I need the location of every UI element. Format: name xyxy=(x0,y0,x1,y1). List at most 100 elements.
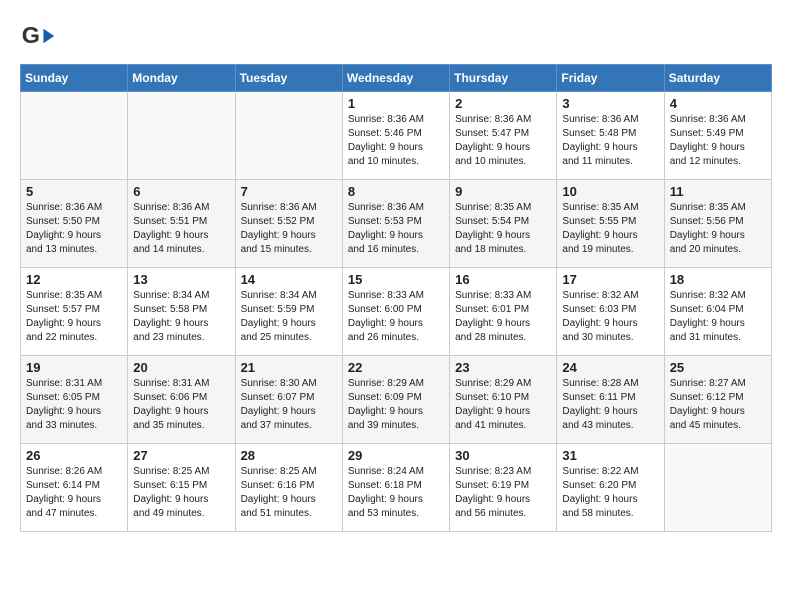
day-number: 14 xyxy=(241,272,337,287)
calendar-cell xyxy=(664,444,771,532)
weekday-header-sunday: Sunday xyxy=(21,65,128,92)
day-info: Sunrise: 8:25 AMSunset: 6:16 PMDaylight:… xyxy=(241,465,337,521)
day-number: 24 xyxy=(562,360,658,375)
day-info: Sunrise: 8:31 AMSunset: 6:05 PMDaylight:… xyxy=(26,377,122,433)
day-number: 5 xyxy=(26,184,122,199)
calendar-header: SundayMondayTuesdayWednesdayThursdayFrid… xyxy=(21,65,772,92)
week-row-4: 19Sunrise: 8:31 AMSunset: 6:05 PMDayligh… xyxy=(21,356,772,444)
calendar-cell: 5Sunrise: 8:36 AMSunset: 5:50 PMDaylight… xyxy=(21,180,128,268)
calendar-cell: 31 Sunrise: 8:22 AMSunset: 6:20 PMDayligh… xyxy=(557,444,664,532)
day-info: Sunrise: 8:32 AMSunset: 6:04 PMDaylight:… xyxy=(670,289,766,345)
day-info: Sunrise: 8:36 AMSunset: 5:48 PMDaylight:… xyxy=(562,113,658,169)
day-number: 11 xyxy=(670,184,766,199)
day-number: 2 xyxy=(455,96,551,111)
calendar-cell xyxy=(235,92,342,180)
day-number: 18 xyxy=(670,272,766,287)
day-number: 9 xyxy=(455,184,551,199)
day-number: 28 xyxy=(241,448,337,463)
day-number: 8 xyxy=(348,184,444,199)
calendar-cell: 10 Sunrise: 8:35 AMSunset: 5:55 PMDayligh… xyxy=(557,180,664,268)
day-number: 17 xyxy=(562,272,658,287)
calendar-cell: 19Sunrise: 8:31 AMSunset: 6:05 PMDayligh… xyxy=(21,356,128,444)
calendar-cell: 29 Sunrise: 8:24 AMSunset: 6:18 PMDayligh… xyxy=(342,444,449,532)
day-number: 15 xyxy=(348,272,444,287)
day-number: 3 xyxy=(562,96,658,111)
day-info: Sunrise: 8:28 AMSunset: 6:11 PMDaylight:… xyxy=(562,377,658,433)
day-info: Sunrise: 8:29 AMSunset: 6:10 PMDaylight:… xyxy=(455,377,551,433)
day-info: Sunrise: 8:23 AMSunset: 6:19 PMDaylight:… xyxy=(455,465,551,521)
day-info: Sunrise: 8:34 AMSunset: 5:59 PMDaylight:… xyxy=(241,289,337,345)
day-info: Sunrise: 8:36 AMSunset: 5:49 PMDaylight:… xyxy=(670,113,766,169)
weekday-header-tuesday: Tuesday xyxy=(235,65,342,92)
day-info: Sunrise: 8:27 AMSunset: 6:12 PMDaylight:… xyxy=(670,377,766,433)
day-number: 26 xyxy=(26,448,122,463)
calendar-cell: 16Sunrise: 8:33 AMSunset: 6:01 PMDayligh… xyxy=(450,268,557,356)
calendar-cell: 22 Sunrise: 8:29 AMSunset: 6:09 PMDayligh… xyxy=(342,356,449,444)
logo: G xyxy=(20,18,58,54)
logo-icon: G xyxy=(20,18,56,54)
day-info: Sunrise: 8:36 AMSunset: 5:51 PMDaylight:… xyxy=(133,201,229,257)
day-info: Sunrise: 8:22 AMSunset: 6:20 PMDaylight:… xyxy=(562,465,658,521)
weekday-header-thursday: Thursday xyxy=(450,65,557,92)
header: G xyxy=(20,18,772,54)
calendar-cell: 15 Sunrise: 8:33 AMSunset: 6:00 PMDayligh… xyxy=(342,268,449,356)
calendar-cell: 2Sunrise: 8:36 AMSunset: 5:47 PMDaylight… xyxy=(450,92,557,180)
day-number: 7 xyxy=(241,184,337,199)
day-number: 27 xyxy=(133,448,229,463)
day-number: 21 xyxy=(241,360,337,375)
day-info: Sunrise: 8:33 AMSunset: 6:01 PMDaylight:… xyxy=(455,289,551,345)
day-info: Sunrise: 8:36 AMSunset: 5:46 PMDaylight:… xyxy=(348,113,444,169)
calendar-cell: 17Sunrise: 8:32 AMSunset: 6:03 PMDayligh… xyxy=(557,268,664,356)
day-info: Sunrise: 8:35 AMSunset: 5:57 PMDaylight:… xyxy=(26,289,122,345)
calendar-cell: 7 Sunrise: 8:36 AMSunset: 5:52 PMDaylight… xyxy=(235,180,342,268)
week-row-2: 5Sunrise: 8:36 AMSunset: 5:50 PMDaylight… xyxy=(21,180,772,268)
calendar-cell: 30Sunrise: 8:23 AMSunset: 6:19 PMDayligh… xyxy=(450,444,557,532)
calendar-cell: 8 Sunrise: 8:36 AMSunset: 5:53 PMDaylight… xyxy=(342,180,449,268)
weekday-header-saturday: Saturday xyxy=(664,65,771,92)
day-number: 20 xyxy=(133,360,229,375)
calendar-cell: 9 Sunrise: 8:35 AMSunset: 5:54 PMDaylight… xyxy=(450,180,557,268)
day-info: Sunrise: 8:24 AMSunset: 6:18 PMDaylight:… xyxy=(348,465,444,521)
page: G SundayMondayTuesdayWednesdayThursdayFr… xyxy=(0,0,792,612)
day-number: 1 xyxy=(348,96,444,111)
calendar-cell: 28 Sunrise: 8:25 AMSunset: 6:16 PMDayligh… xyxy=(235,444,342,532)
day-info: Sunrise: 8:36 AMSunset: 5:52 PMDaylight:… xyxy=(241,201,337,257)
calendar-cell: 24 Sunrise: 8:28 AMSunset: 6:11 PMDayligh… xyxy=(557,356,664,444)
week-row-3: 12 Sunrise: 8:35 AMSunset: 5:57 PMDayligh… xyxy=(21,268,772,356)
svg-text:G: G xyxy=(22,22,40,48)
calendar-cell: 27 Sunrise: 8:25 AMSunset: 6:15 PMDayligh… xyxy=(128,444,235,532)
day-info: Sunrise: 8:30 AMSunset: 6:07 PMDaylight:… xyxy=(241,377,337,433)
day-number: 23 xyxy=(455,360,551,375)
calendar-cell: 12 Sunrise: 8:35 AMSunset: 5:57 PMDayligh… xyxy=(21,268,128,356)
calendar-cell: 21 Sunrise: 8:30 AMSunset: 6:07 PMDayligh… xyxy=(235,356,342,444)
day-number: 4 xyxy=(670,96,766,111)
day-info: Sunrise: 8:25 AMSunset: 6:15 PMDaylight:… xyxy=(133,465,229,521)
week-row-5: 26Sunrise: 8:26 AMSunset: 6:14 PMDayligh… xyxy=(21,444,772,532)
weekday-header-monday: Monday xyxy=(128,65,235,92)
calendar-cell: 13Sunrise: 8:34 AMSunset: 5:58 PMDayligh… xyxy=(128,268,235,356)
day-info: Sunrise: 8:35 AMSunset: 5:54 PMDaylight:… xyxy=(455,201,551,257)
calendar-cell: 1 Sunrise: 8:36 AMSunset: 5:46 PMDaylight… xyxy=(342,92,449,180)
calendar-cell xyxy=(128,92,235,180)
day-number: 31 xyxy=(562,448,658,463)
calendar-cell: 26Sunrise: 8:26 AMSunset: 6:14 PMDayligh… xyxy=(21,444,128,532)
calendar-cell: 6 Sunrise: 8:36 AMSunset: 5:51 PMDaylight… xyxy=(128,180,235,268)
day-info: Sunrise: 8:31 AMSunset: 6:06 PMDaylight:… xyxy=(133,377,229,433)
day-number: 29 xyxy=(348,448,444,463)
calendar-cell: 3 Sunrise: 8:36 AMSunset: 5:48 PMDaylight… xyxy=(557,92,664,180)
day-info: Sunrise: 8:33 AMSunset: 6:00 PMDaylight:… xyxy=(348,289,444,345)
day-number: 22 xyxy=(348,360,444,375)
day-info: Sunrise: 8:36 AMSunset: 5:53 PMDaylight:… xyxy=(348,201,444,257)
day-number: 10 xyxy=(562,184,658,199)
day-number: 6 xyxy=(133,184,229,199)
calendar-body: 1 Sunrise: 8:36 AMSunset: 5:46 PMDaylight… xyxy=(21,92,772,532)
calendar-table: SundayMondayTuesdayWednesdayThursdayFrid… xyxy=(20,64,772,532)
day-number: 13 xyxy=(133,272,229,287)
day-info: Sunrise: 8:29 AMSunset: 6:09 PMDaylight:… xyxy=(348,377,444,433)
day-info: Sunrise: 8:35 AMSunset: 5:55 PMDaylight:… xyxy=(562,201,658,257)
week-row-1: 1 Sunrise: 8:36 AMSunset: 5:46 PMDaylight… xyxy=(21,92,772,180)
day-info: Sunrise: 8:35 AMSunset: 5:56 PMDaylight:… xyxy=(670,201,766,257)
calendar-cell: 23 Sunrise: 8:29 AMSunset: 6:10 PMDayligh… xyxy=(450,356,557,444)
day-number: 12 xyxy=(26,272,122,287)
calendar-cell: 11 Sunrise: 8:35 AMSunset: 5:56 PMDayligh… xyxy=(664,180,771,268)
